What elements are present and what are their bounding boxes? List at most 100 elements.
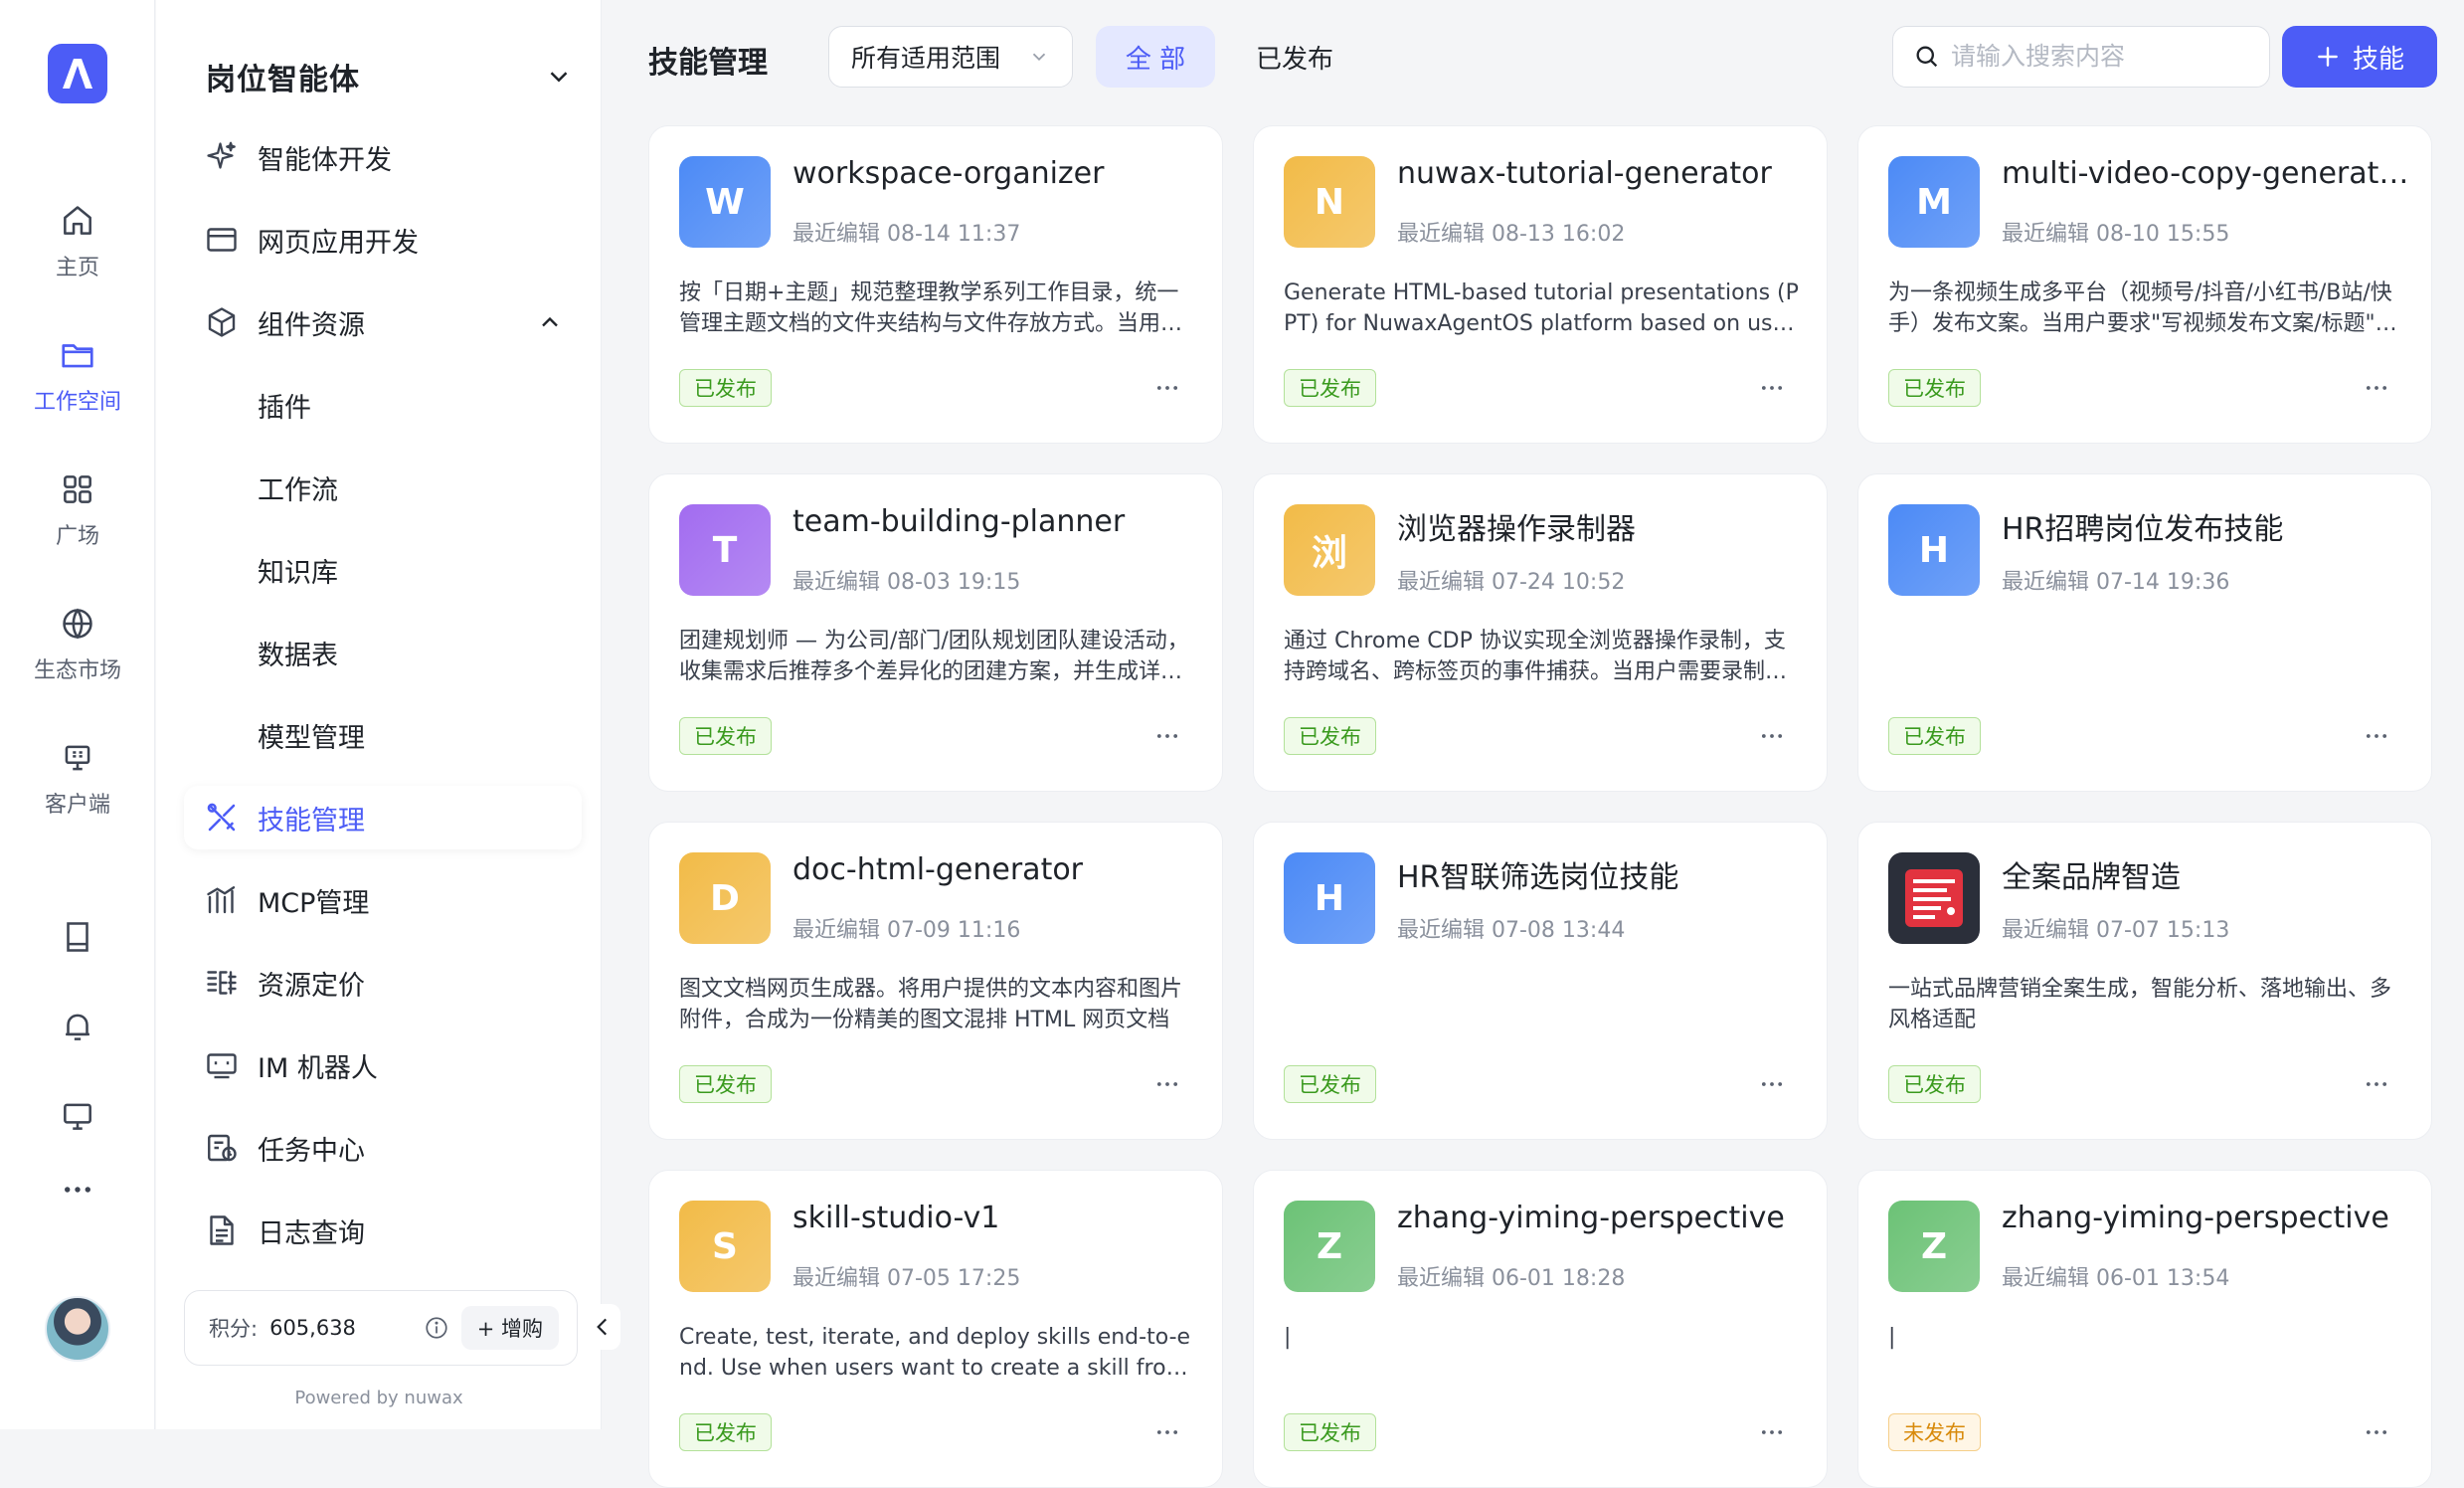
skill-name: 浏览器操作录制器 <box>1397 512 1636 547</box>
skill-name: team-building-planner <box>792 504 1126 539</box>
skill-edited-time: 最近编辑 07-07 15:13 <box>2002 918 2230 943</box>
space-switcher[interactable]: 岗位智能体 <box>206 52 574 101</box>
sidebar-item-mcp[interactable]: MCP管理 <box>184 868 582 932</box>
skill-avatar-letter: T <box>712 529 738 571</box>
skill-avatar: Z <box>1888 1201 1980 1292</box>
skill-name: nuwax-tutorial-generator <box>1397 156 1772 191</box>
sidebar-item-task-center[interactable]: 任务中心 <box>184 1116 582 1180</box>
sidebar-item-label: 智能体开发 <box>258 144 392 176</box>
skill-card[interactable]: Zzhang-yiming-perspective 最近编辑 06-01 13:5… <box>1857 1170 2432 1488</box>
skill-card[interactable]: Mmulti-video-copy-generator 最近编辑 08-10 15… <box>1857 125 2432 444</box>
sidebar-item-skills[interactable]: 技能管理 <box>184 786 582 849</box>
card-more-button[interactable] <box>1757 1417 1787 1447</box>
sidebar-item-pricing[interactable]: 资源定价 <box>184 951 582 1015</box>
skill-avatar: N <box>1284 156 1375 248</box>
card-more-button[interactable] <box>2362 1417 2391 1447</box>
rail-more-button[interactable] <box>54 1166 101 1213</box>
skill-avatar-letter: S <box>712 1225 738 1267</box>
sidebar-item-datatable[interactable]: 数据表 <box>184 621 582 684</box>
points-value: 605,638 <box>269 1316 356 1340</box>
skill-card[interactable]: 浏 浏览器操作录制器 最近编辑 07-24 10:52 通过 Chrome CDP 协… <box>1253 473 1828 792</box>
skill-card[interactable]: H HR招聘岗位发布技能 最近编辑 07-14 19:36 已发布 <box>1857 473 2432 792</box>
rail-item-ecosystem[interactable]: 生态市场 <box>0 590 155 699</box>
card-more-button[interactable] <box>2362 1069 2391 1099</box>
status-badge: 已发布 <box>679 1065 772 1103</box>
skill-avatar-letter: W <box>705 181 745 223</box>
points-label: 积分: <box>209 1317 259 1341</box>
skill-avatar-letter: M <box>1916 181 1952 223</box>
card-more-button[interactable] <box>2362 721 2391 751</box>
rail-desktop-button[interactable] <box>54 1092 101 1140</box>
buy-points-button[interactable]: + 增购 <box>460 1306 559 1350</box>
more-icon <box>1156 734 1178 738</box>
card-more-button[interactable] <box>1757 1069 1787 1099</box>
card-more-button[interactable] <box>1152 721 1182 751</box>
filter-published-tab[interactable]: 已发布 <box>1235 26 1354 88</box>
info-icon[interactable] <box>424 1315 449 1341</box>
more-icon <box>2366 1430 2387 1434</box>
card-more-button[interactable] <box>2362 373 2391 403</box>
scope-select-value: 所有适用范围 <box>851 44 1001 73</box>
sidebar-item-webapp-dev[interactable]: 网页应用开发 <box>184 208 582 272</box>
add-skill-label: 技能 <box>2352 44 2404 75</box>
add-skill-button[interactable]: 技能 <box>2282 26 2437 88</box>
skill-card[interactable]: 全案品牌智造 最近编辑 07-07 15:13 一站式品牌营销全案生成，智能分析、落… <box>1857 822 2432 1140</box>
card-more-button[interactable] <box>1152 1417 1182 1447</box>
skill-edited-time: 最近编辑 06-01 18:28 <box>1397 1266 1626 1291</box>
tools-icon <box>207 803 236 832</box>
filter-all-tab[interactable]: 全 部 <box>1096 26 1215 88</box>
skill-card[interactable]: Tteam-building-planner 最近编辑 08-03 19:15 团建… <box>648 473 1223 792</box>
skill-card[interactable]: Wworkspace-organizer 最近编辑 08-14 11:37 按「日期… <box>648 125 1223 444</box>
sidebar-item-knowledge[interactable]: 知识库 <box>184 538 582 602</box>
scope-select[interactable]: 所有适用范围 <box>828 26 1073 88</box>
skill-description: 团建规划师 — 为公司/部门/团队规划团队建设活动，收集需求后推荐多个差异化的团… <box>679 629 1189 684</box>
sidebar-item-label: 模型管理 <box>258 722 365 754</box>
cube-icon <box>208 307 236 337</box>
rail-notifications-button[interactable] <box>54 1003 101 1050</box>
document-logo-icon <box>1905 869 1963 927</box>
card-more-button[interactable] <box>1152 373 1182 403</box>
skill-avatar <box>1888 852 1980 944</box>
chevron-down-icon <box>550 72 568 83</box>
app-logo[interactable] <box>48 44 107 103</box>
skill-card[interactable]: Zzhang-yiming-perspective 最近编辑 06-01 18:2… <box>1253 1170 1828 1488</box>
card-more-button[interactable] <box>1757 721 1787 751</box>
search-input[interactable] <box>1951 42 2249 72</box>
sidebar-item-label: 组件资源 <box>258 309 365 341</box>
sidebar-item-components[interactable]: 组件资源 <box>184 290 582 354</box>
rail-item-client[interactable]: 客户端 <box>0 724 155 834</box>
sidebar-item-workflow[interactable]: 工作流 <box>184 456 582 519</box>
sidebar-item-label: 知识库 <box>258 557 338 589</box>
rail-item-workspace[interactable]: 工作空间 <box>0 321 155 431</box>
card-more-button[interactable] <box>1757 373 1787 403</box>
skill-name: doc-html-generator <box>792 852 1084 887</box>
sidebar-item-plugins[interactable]: 插件 <box>184 373 582 437</box>
rail-docs-button[interactable] <box>54 913 101 961</box>
powered-by: Powered by nuwax <box>294 1388 463 1408</box>
sidebar-item-models[interactable]: 模型管理 <box>184 703 582 767</box>
skill-avatar-letter: 浏 <box>1311 533 1347 574</box>
user-avatar[interactable] <box>45 1296 110 1362</box>
desktop-icon <box>64 1103 91 1130</box>
skill-edited-time: 最近编辑 08-14 11:37 <box>792 222 1021 247</box>
skill-card[interactable]: Sskill-studio-v1 最近编辑 07-05 17:25 Create, … <box>648 1170 1223 1488</box>
skill-edited-time: 最近编辑 08-10 15:55 <box>2002 222 2230 247</box>
skill-avatar-letter: Z <box>1316 1225 1343 1267</box>
sidebar-item-label: 工作流 <box>258 474 338 506</box>
skill-card[interactable]: H HR智联筛选岗位技能 最近编辑 07-08 13:44 已发布 <box>1253 822 1828 1140</box>
sidebar-item-im-bot[interactable]: IM 机器人 <box>184 1033 582 1097</box>
skill-description: Generate HTML-based tutorial presentatio… <box>1284 280 1799 336</box>
status-badge: 已发布 <box>1888 1065 1981 1103</box>
globe-icon <box>63 608 92 640</box>
browser-window-icon <box>207 228 237 252</box>
sidebar-item-agent-dev[interactable]: 智能体开发 <box>184 125 582 189</box>
skill-description <box>1888 626 2405 687</box>
skill-avatar: W <box>679 156 771 248</box>
card-more-button[interactable] <box>1152 1069 1182 1099</box>
rail-item-home[interactable]: 主页 <box>0 187 155 296</box>
sidebar-item-logs[interactable]: 日志查询 <box>184 1199 582 1262</box>
skill-card[interactable]: Nnuwax-tutorial-generator 最近编辑 08-13 16:0… <box>1253 125 1828 444</box>
skill-card[interactable]: Ddoc-html-generator 最近编辑 07-09 11:16 图文文档网… <box>648 822 1223 1140</box>
skill-edited-time: 最近编辑 06-01 13:54 <box>2002 1266 2230 1291</box>
rail-item-plaza[interactable]: 广场 <box>0 456 155 565</box>
